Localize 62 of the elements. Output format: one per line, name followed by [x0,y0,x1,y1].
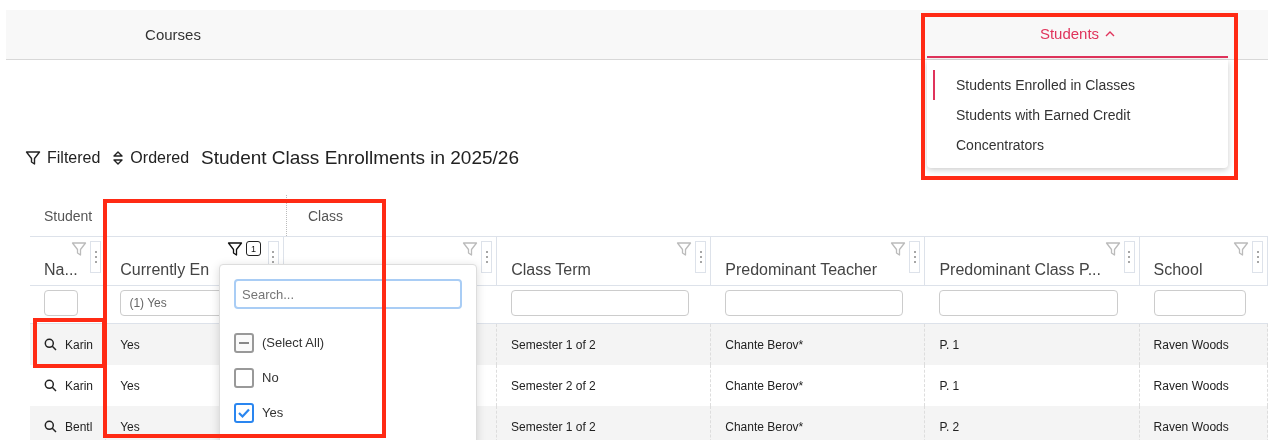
search-icon[interactable] [44,420,57,433]
column-filter-field[interactable] [511,290,690,316]
toolbar-button[interactable]: Filtered [47,149,101,167]
checkbox[interactable] [234,367,254,388]
column-filter-field[interactable] [1153,290,1246,316]
search-field[interactable]: Search... [234,279,462,309]
table-cell: Raven Woods [1153,419,1229,434]
column-group-header: Student [44,207,93,224]
search-icon[interactable] [44,338,57,351]
table-cell: Yes [120,419,140,434]
check-icon [237,406,251,419]
table-cell: Semester 1 of 2 [511,337,596,352]
menu-item[interactable]: Concentrators [933,130,1228,160]
column-menu-handle[interactable] [1252,241,1263,273]
chevron-icon [1105,29,1116,37]
table-cell: Chante Berov* [725,419,804,434]
column-menu-handle[interactable] [481,241,493,273]
column-menu-handle[interactable] [1123,241,1135,273]
menu-item[interactable]: Students Enrolled in Classes [933,70,1228,100]
table-cell: P. 2 [939,419,960,434]
table-cell: Semester 2 of 2 [511,378,596,393]
option-label: No [262,370,279,385]
column-header[interactable]: Class Term [511,261,591,279]
filter-count-badge: 1 [245,241,261,256]
column-filter-field[interactable] [725,290,904,316]
table-cell: P. 1 [939,337,960,352]
filter-icon[interactable] [226,241,243,257]
report-title: Student Class Enrollments in 2025/26 [201,147,519,169]
table-cell: Bentl [65,419,93,434]
column-menu-handle[interactable] [695,241,707,273]
sort-icon [112,150,125,166]
option-label: Yes [262,405,284,420]
table-cell: P. 1 [939,378,960,393]
filter-icon [25,150,41,166]
column-header[interactable]: School [1153,261,1203,279]
toolbar-button[interactable]: Ordered [130,149,190,167]
column-menu-handle[interactable] [90,241,102,273]
column-filter-field[interactable] [939,290,1118,316]
checkbox[interactable] [234,332,254,353]
column-group-header: Class [308,207,343,224]
nav-tab[interactable]: Courses [6,10,340,59]
dash-icon [239,341,249,344]
table-cell: Karin [65,378,93,393]
table-cell: Chante Berov* [725,378,804,393]
table-cell: Yes [120,337,140,352]
table-cell: Chante Berov* [725,337,804,352]
option-label: (Select All) [262,335,325,350]
table-cell: Raven Woods [1153,337,1229,352]
table-cell: Semester 1 of 2 [511,419,596,434]
column-filter-field[interactable] [44,290,79,316]
search-icon[interactable] [44,379,57,392]
column-header[interactable]: Predominant Class P... [939,261,1101,279]
table-cell: Raven Woods [1153,378,1229,393]
menu-item[interactable]: Students with Earned Credit [933,100,1228,130]
table-cell: Karin [65,337,93,352]
column-header[interactable]: Currently En [120,261,210,279]
table-cell: Yes [120,378,140,393]
checkbox[interactable] [234,402,254,423]
nav-tab[interactable]: Students [927,10,1228,58]
column-header[interactable]: Predominant Teacher [725,261,878,279]
column-menu-handle[interactable] [909,241,921,273]
column-header[interactable]: Na... [44,261,78,279]
